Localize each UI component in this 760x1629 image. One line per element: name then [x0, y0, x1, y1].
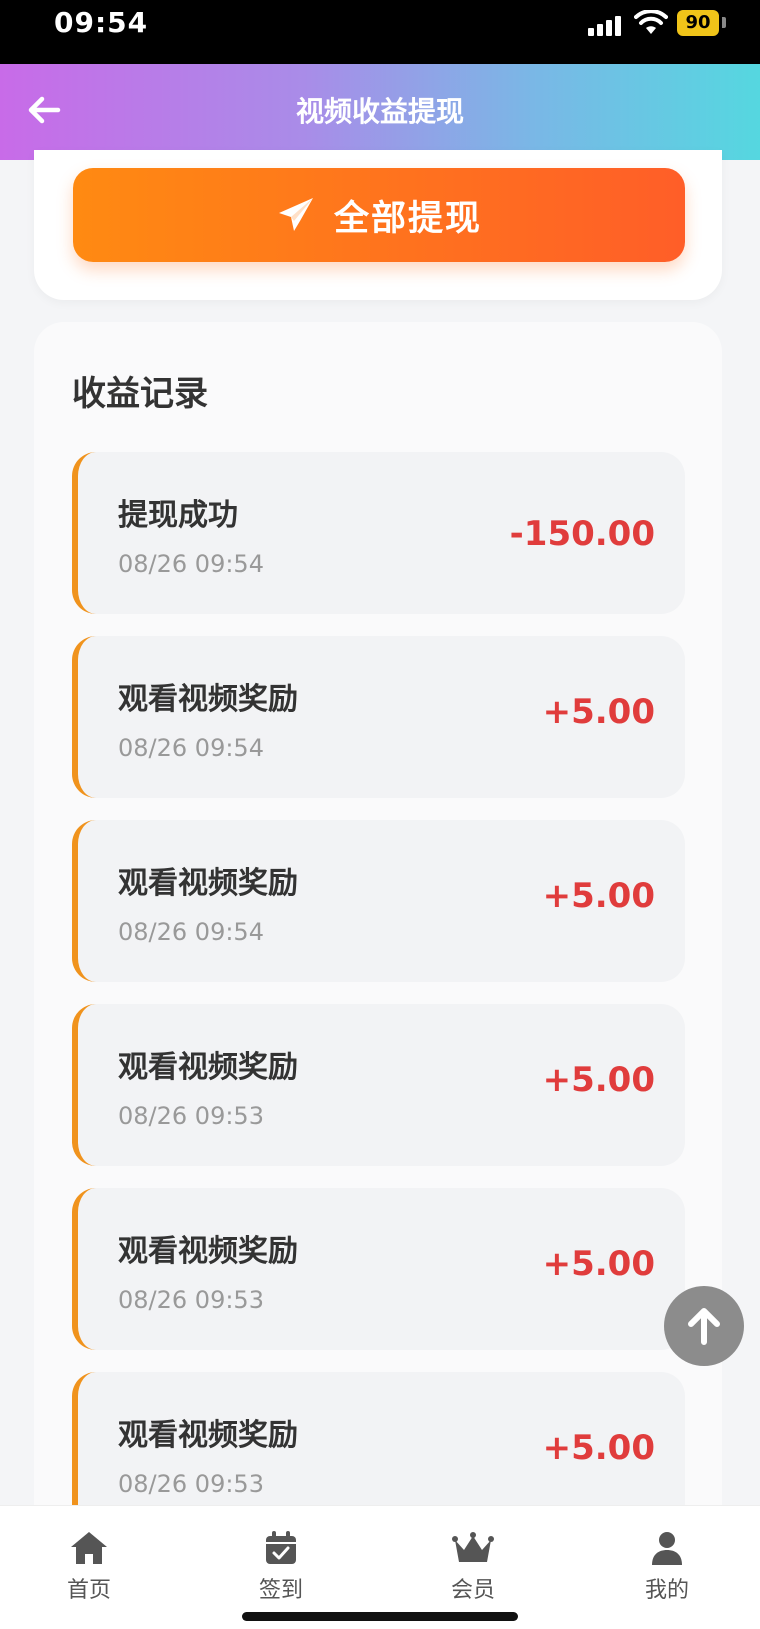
- record-title: 观看视频奖励: [118, 1050, 298, 1085]
- signal-icon: [588, 14, 622, 36]
- paper-plane-icon: [278, 198, 313, 231]
- record-item[interactable]: 观看视频奖励 08/26 09:53 +5.00: [72, 1004, 685, 1166]
- tab-home[interactable]: 首页: [34, 1530, 144, 1604]
- tab-bar: 首页 签到 会员 我的: [0, 1505, 760, 1629]
- record-item[interactable]: 观看视频奖励 08/26 09:54 +5.00: [72, 820, 685, 982]
- home-icon: [71, 1532, 107, 1564]
- home-indicator: [242, 1612, 518, 1621]
- record-amount: -150.00: [509, 514, 655, 554]
- scroll-to-top-button[interactable]: [664, 1286, 744, 1366]
- record-time: 08/26 09:54: [118, 918, 264, 946]
- record-item[interactable]: 观看视频奖励 08/26 09:53 +5.00: [72, 1188, 685, 1350]
- record-title: 观看视频奖励: [118, 1418, 298, 1453]
- wifi-icon: [634, 10, 668, 34]
- record-time: 08/26 09:54: [118, 734, 264, 762]
- record-amount: +5.00: [542, 1428, 655, 1468]
- arrow-up-icon: [688, 1308, 720, 1345]
- nav-bar: 视频收益提现: [0, 64, 760, 160]
- tab-checkin[interactable]: 签到: [226, 1530, 336, 1604]
- record-time: 08/26 09:53: [118, 1286, 264, 1314]
- record-item[interactable]: 观看视频奖励 08/26 09:54 +5.00: [72, 636, 685, 798]
- record-title: 观看视频奖励: [118, 866, 298, 901]
- tab-home-label: 首页: [66, 1578, 111, 1603]
- tab-mine[interactable]: 我的: [612, 1530, 722, 1604]
- status-time: 09:54: [54, 6, 149, 39]
- calendar-check-icon: [266, 1531, 296, 1564]
- crown-icon: [452, 1532, 494, 1562]
- record-amount: +5.00: [542, 692, 655, 732]
- record-time: 08/26 09:53: [118, 1470, 264, 1498]
- record-amount: +5.00: [542, 1060, 655, 1100]
- tab-checkin-label: 签到: [258, 1578, 303, 1603]
- tab-member[interactable]: 会员: [418, 1530, 528, 1604]
- record-amount: +5.00: [542, 1244, 655, 1284]
- user-icon: [652, 1532, 682, 1565]
- record-title: 观看视频奖励: [118, 1234, 298, 1269]
- battery-indicator: 90: [677, 10, 719, 36]
- page-title: 视频收益提现: [295, 95, 464, 128]
- record-item[interactable]: 提现成功 08/26 09:54 -150.00: [72, 452, 685, 614]
- record-time: 08/26 09:54: [118, 550, 264, 578]
- battery-tip: [722, 17, 726, 28]
- withdraw-all-label: 全部提现: [333, 198, 482, 239]
- status-bar: 09:54 90: [0, 0, 760, 64]
- withdraw-all-button[interactable]: 全部提现: [73, 168, 685, 262]
- record-amount: +5.00: [542, 876, 655, 916]
- records-title: 收益记录: [72, 374, 208, 414]
- record-time: 08/26 09:53: [118, 1102, 264, 1130]
- tab-mine-label: 我的: [644, 1578, 689, 1603]
- tab-member-label: 会员: [450, 1578, 495, 1603]
- record-title: 提现成功: [118, 498, 238, 533]
- record-title: 观看视频奖励: [118, 682, 298, 717]
